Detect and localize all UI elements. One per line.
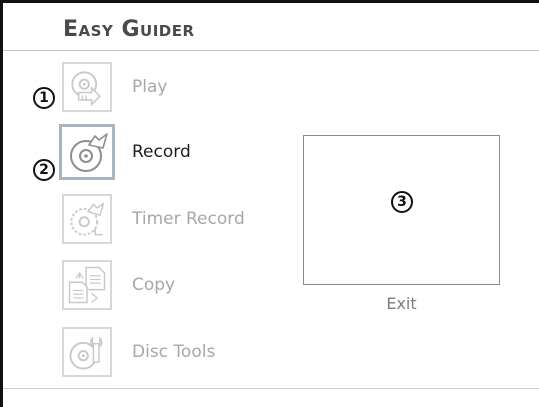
menu-item-label: Timer Record xyxy=(132,209,245,229)
menu-item-label: Disc Tools xyxy=(132,342,216,362)
app-title: Easy Guider xyxy=(63,17,195,42)
disc-timer-record-icon xyxy=(62,194,112,244)
callout-badge: 3 xyxy=(391,191,413,213)
footer-divider xyxy=(3,388,539,389)
preview-panel: 3 xyxy=(303,135,500,285)
title-divider xyxy=(3,50,539,51)
menu-item-label: Copy xyxy=(132,275,176,295)
disc-record-icon xyxy=(59,124,115,180)
menu-item-copy[interactable]: Copy xyxy=(62,260,292,314)
menu-item-timer-record[interactable]: Timer Record xyxy=(62,194,292,248)
menu-item-play[interactable]: Play xyxy=(62,62,292,116)
menu-item-label: Record xyxy=(132,142,191,162)
callout-badge: 2 xyxy=(33,159,55,181)
menu-item-disc-tools[interactable]: Disc Tools xyxy=(62,327,292,381)
exit-button[interactable]: Exit xyxy=(303,294,500,313)
callout-badge: 1 xyxy=(33,87,55,109)
menu-item-label: Play xyxy=(132,77,168,97)
disc-tools-icon xyxy=(62,327,112,377)
menu-item-record[interactable]: Record xyxy=(59,124,292,181)
disc-play-icon xyxy=(62,62,112,112)
copy-documents-icon xyxy=(62,260,112,310)
